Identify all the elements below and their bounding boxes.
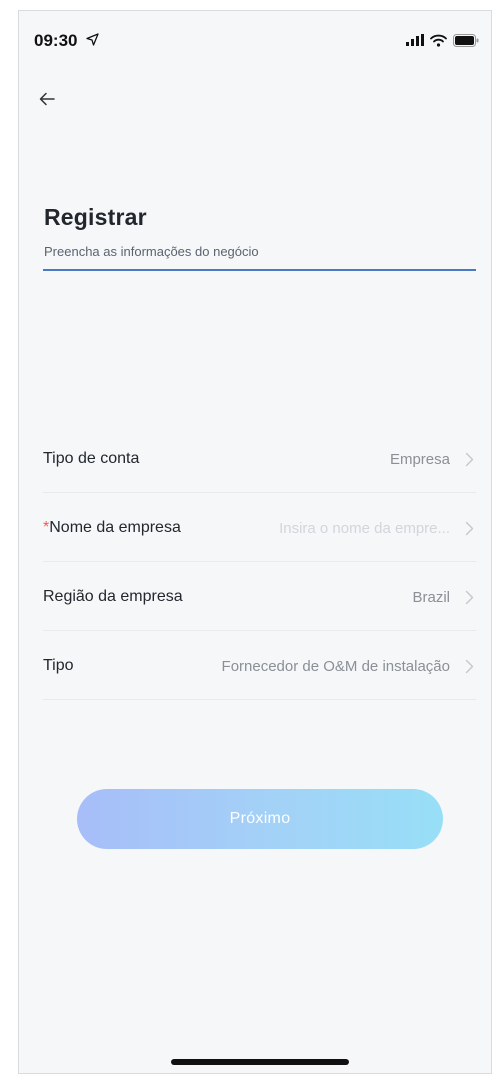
wifi-icon [430,34,447,47]
type-label: Tipo [43,657,74,674]
chevron-right-icon [465,659,474,674]
signal-icon [406,34,424,46]
account-type-value: Empresa [389,451,450,468]
chevron-right-icon [465,452,474,467]
company-region-label: Região da empresa [43,588,183,605]
location-arrow-icon [86,33,99,46]
status-bar: 09:30 [19,11,491,69]
company-name-label: *Nome da empresa [43,519,181,537]
next-button[interactable]: Próximo [77,789,443,849]
form-list: Tipo de conta Empresa *Nome da empresa I… [43,424,476,700]
arrow-left-icon [39,92,55,106]
chevron-right-icon [465,521,474,536]
company-region-row[interactable]: Região da empresa Brazil [43,562,476,631]
company-name-row[interactable]: *Nome da empresa Insira o nome da empre.… [43,493,476,562]
status-icons [406,33,479,47]
home-indicator[interactable] [171,1059,349,1065]
type-row[interactable]: Tipo Fornecedor de O&M de instalação [43,631,476,700]
account-type-row[interactable]: Tipo de conta Empresa [43,424,476,493]
company-name-label-text: Nome da empresa [49,519,181,536]
back-button[interactable] [33,85,61,113]
type-value: Fornecedor de O&M de instalação [221,658,450,675]
chevron-right-icon [465,590,474,605]
page-title: Registrar [44,204,147,230]
account-type-label: Tipo de conta [43,450,140,467]
status-time: 09:30 [34,31,78,50]
company-name-input[interactable]: Insira o nome da empre... [279,520,450,537]
title-underline [43,269,476,271]
battery-icon [453,33,479,47]
page-subtitle: Preencha as informações do negócio [44,244,259,259]
company-region-value: Brazil [412,589,450,606]
phone-screen: 09:30 Registrar Preencha as informações … [18,10,492,1074]
